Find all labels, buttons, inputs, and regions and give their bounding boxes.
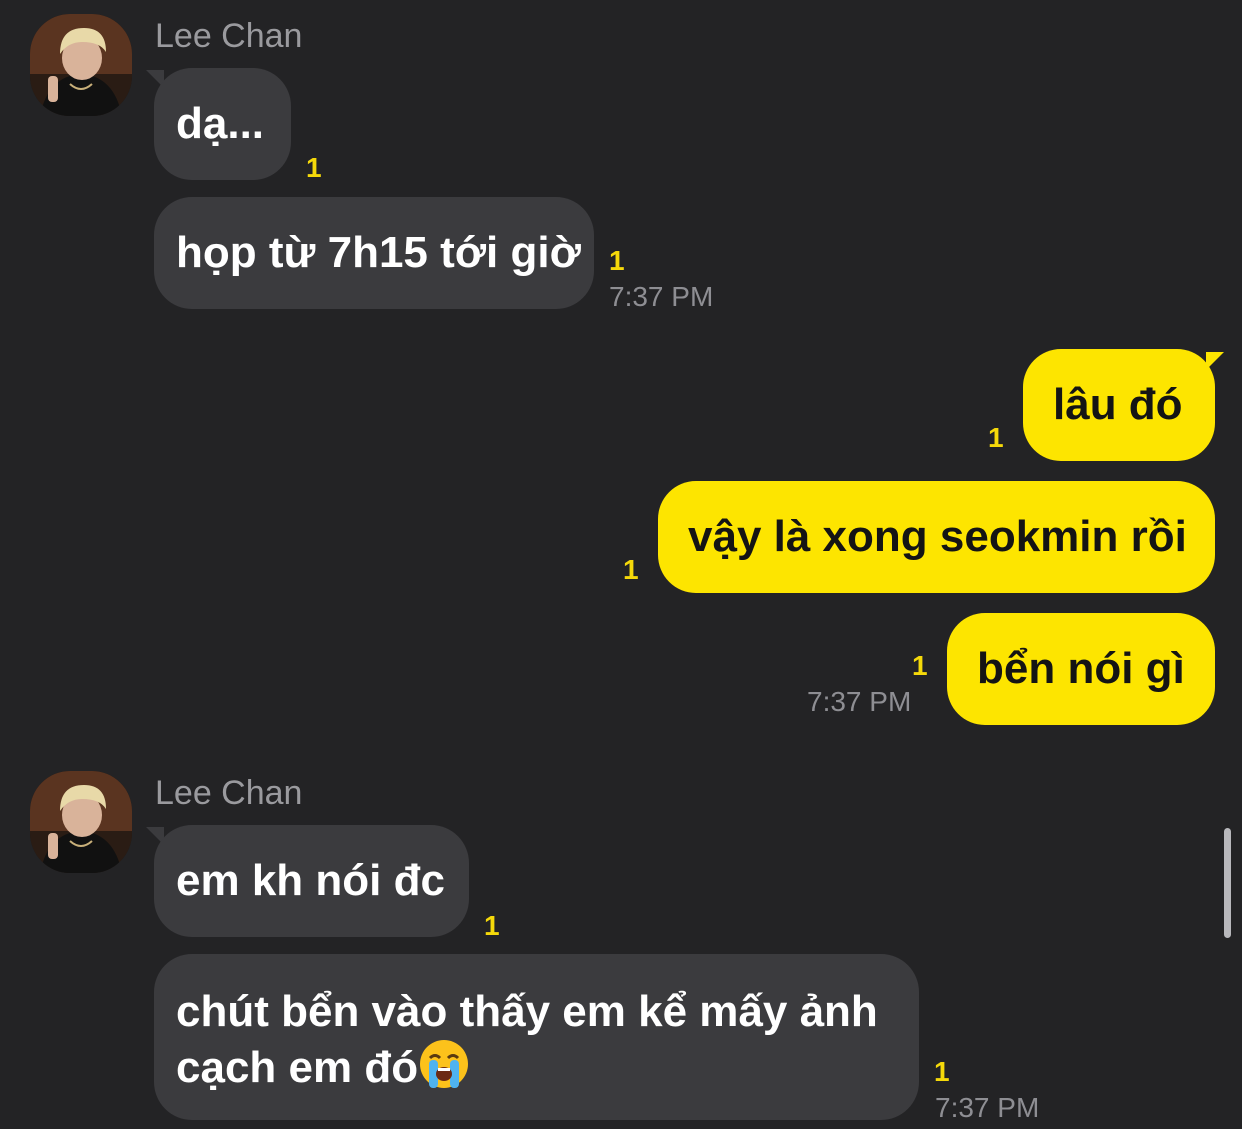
unread-count: 1: [306, 152, 322, 183]
unread-count: 1: [912, 650, 928, 681]
message-bubble[interactable]: bển nói gì: [947, 613, 1215, 725]
avatar-photo: [30, 771, 132, 873]
sender-avatar[interactable]: [30, 14, 132, 116]
loudly-crying-face-emoji: [420, 1040, 469, 1088]
sender-avatar[interactable]: [30, 771, 132, 873]
message-bubble[interactable]: chút bển vào thấy em kể mấy ảnh cạch em …: [154, 954, 919, 1120]
sender-name: Lee Chan: [155, 17, 303, 55]
message-text-line: cạch em đó: [176, 1043, 419, 1092]
scrollbar[interactable]: [1224, 828, 1231, 938]
unread-count: 1: [988, 422, 1004, 453]
unread-count: 1: [934, 1056, 950, 1087]
message-bubble[interactable]: dạ...: [154, 68, 291, 180]
unread-count: 1: [484, 910, 500, 941]
sender-name: Lee Chan: [155, 774, 303, 812]
message-timestamp: 7:37 PM: [807, 686, 912, 717]
message-bubble[interactable]: lâu đó: [1023, 349, 1215, 461]
avatar-photo: [30, 14, 132, 116]
message-bubble[interactable]: em kh nói đc: [154, 825, 469, 937]
message-timestamp: 7:37 PM: [935, 1092, 1040, 1123]
unread-count: 1: [623, 554, 639, 585]
unread-count: 1: [609, 245, 625, 276]
chat-message-list[interactable]: Lee Chan dạ... 1 họp từ 7h15 tới giờ 1 7…: [0, 0, 1242, 1129]
message-bubble[interactable]: vậy là xong seokmin rồi: [658, 481, 1215, 593]
message-timestamp: 7:37 PM: [609, 281, 714, 312]
message-text-line: chút bển vào thấy em kể mấy ảnh: [176, 987, 878, 1036]
message-bubble[interactable]: họp từ 7h15 tới giờ: [154, 197, 594, 309]
